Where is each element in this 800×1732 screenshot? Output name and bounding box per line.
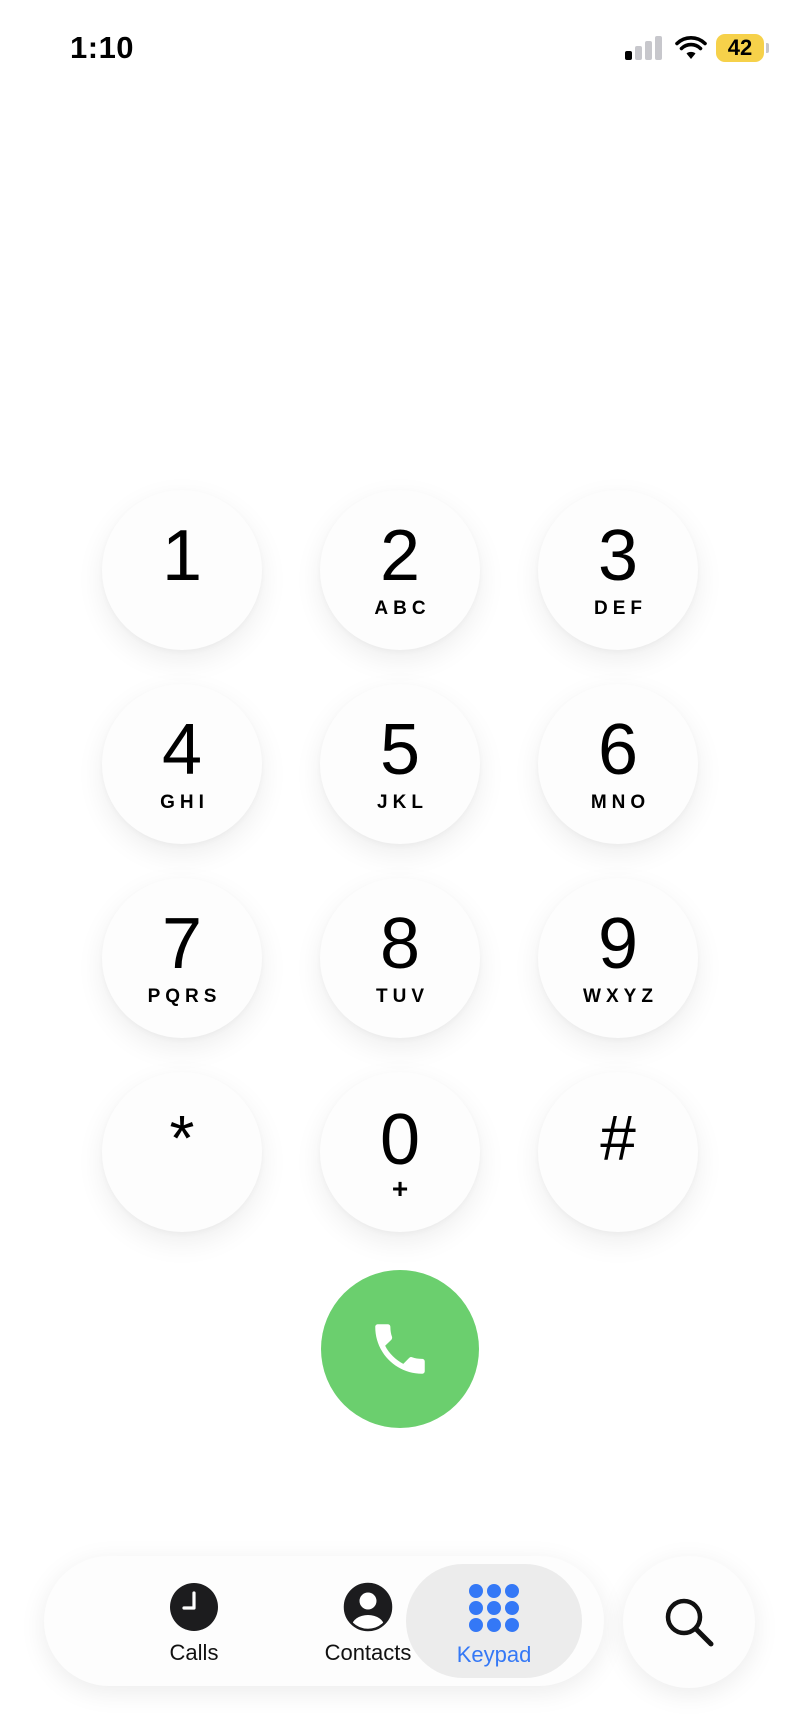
status-bar: 1:10 42 xyxy=(0,0,800,100)
key-digit: 4 xyxy=(161,710,203,790)
tab-keypad[interactable]: Keypad xyxy=(406,1564,582,1678)
wifi-icon xyxy=(675,36,707,59)
status-time: 1:10 xyxy=(70,30,135,65)
key-digit: * xyxy=(169,1102,195,1174)
search-icon xyxy=(665,1598,714,1647)
key-2[interactable]: 2 ABC xyxy=(320,490,480,650)
phone-icon xyxy=(375,1324,425,1374)
key-digit: # xyxy=(600,1102,636,1174)
key-letters: DEF xyxy=(594,598,647,619)
tab-label: Contacts xyxy=(324,1640,412,1665)
key-1[interactable]: 1 xyxy=(102,490,262,650)
key-letters: TUV xyxy=(376,986,429,1007)
clock-icon xyxy=(170,1583,218,1631)
key-digit: 1 xyxy=(161,516,203,596)
key-digit: 0 xyxy=(379,1100,421,1180)
key-digit: 3 xyxy=(597,516,639,596)
key-8[interactable]: 8 TUV xyxy=(320,878,480,1038)
keypad-grid-icon xyxy=(469,1584,519,1632)
tab-label: Calls xyxy=(169,1640,219,1665)
key-star[interactable]: * xyxy=(102,1072,262,1232)
battery-indicator: 42 xyxy=(716,34,769,62)
dial-keypad: 1 2 ABC 3 DEF 4 GHI 5 JKL 6 MNO 7 PQRS 8… xyxy=(102,490,698,1232)
person-circle-icon xyxy=(343,1582,393,1632)
key-hash[interactable]: # xyxy=(538,1072,698,1232)
key-digit: 7 xyxy=(161,904,203,984)
key-6[interactable]: 6 MNO xyxy=(538,684,698,844)
key-digit: 9 xyxy=(597,904,639,984)
key-letters: JKL xyxy=(377,792,428,813)
key-5[interactable]: 5 JKL xyxy=(320,684,480,844)
call-button[interactable] xyxy=(321,1270,479,1428)
tab-label: Keypad xyxy=(456,1642,532,1667)
tab-calls[interactable]: Calls xyxy=(104,1564,284,1678)
key-letters: + xyxy=(391,1173,409,1204)
key-letters: ABC xyxy=(374,598,431,619)
key-letters: GHI xyxy=(160,792,209,813)
tab-bar: Calls Contacts Keypad xyxy=(44,1556,604,1686)
key-letters: WXYZ xyxy=(583,986,658,1007)
search-button[interactable] xyxy=(623,1556,755,1688)
key-9[interactable]: 9 WXYZ xyxy=(538,878,698,1038)
key-letters: MNO xyxy=(590,792,651,813)
key-3[interactable]: 3 DEF xyxy=(538,490,698,650)
key-digit: 6 xyxy=(597,710,639,790)
key-0[interactable]: 0 + xyxy=(320,1072,480,1232)
cellular-signal-icon xyxy=(625,36,665,60)
key-digit: 5 xyxy=(379,710,421,790)
key-4[interactable]: 4 GHI xyxy=(102,684,262,844)
key-7[interactable]: 7 PQRS xyxy=(102,878,262,1038)
key-letters: PQRS xyxy=(147,986,222,1007)
key-digit: 2 xyxy=(379,516,421,596)
key-digit: 8 xyxy=(379,904,421,984)
